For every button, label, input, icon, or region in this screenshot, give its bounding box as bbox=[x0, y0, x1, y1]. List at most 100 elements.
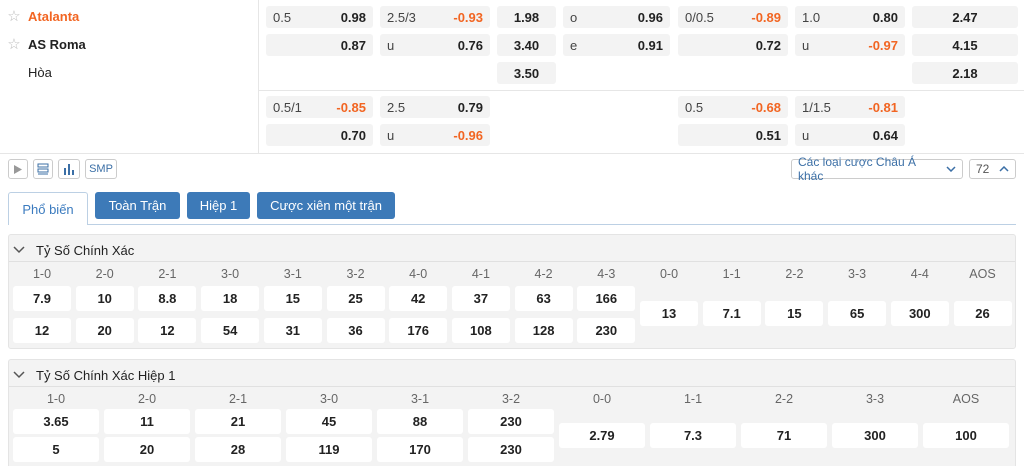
odds-cell[interactable]: u -0.96 bbox=[380, 124, 490, 146]
score-odds-cell[interactable]: 5 bbox=[13, 437, 99, 462]
odds-cell[interactable]: 1.0 0.80 bbox=[795, 6, 905, 28]
odds-cell[interactable]: 2.5 0.79 bbox=[380, 96, 490, 118]
score-odds-cell[interactable]: 45 bbox=[286, 409, 372, 434]
score-odds-cell[interactable]: 10 bbox=[75, 286, 134, 311]
tab-same-game-parlay[interactable]: Cược xiên một trận bbox=[257, 192, 395, 219]
score-header: 4-0 bbox=[409, 267, 428, 281]
score-odds-cell[interactable]: 300 bbox=[890, 301, 949, 326]
smp-button[interactable]: SMP bbox=[85, 159, 117, 179]
score-odds-cell[interactable]: 108 bbox=[451, 318, 510, 343]
star-icon[interactable]: ☆ bbox=[6, 8, 22, 25]
list-view-button[interactable] bbox=[33, 159, 53, 179]
score-odds-cell[interactable]: 170 bbox=[377, 437, 463, 462]
score-odds-cell[interactable]: 42 bbox=[389, 286, 448, 311]
odds-cell[interactable]: 4.15 bbox=[912, 34, 1018, 56]
stats-button[interactable] bbox=[58, 159, 80, 179]
score-odds-cell[interactable]: 28 bbox=[195, 437, 281, 462]
score-odds-cell[interactable]: 3.65 bbox=[13, 409, 99, 434]
score-odds-cell[interactable]: 63 bbox=[514, 286, 573, 311]
odds-cell[interactable]: 0.51 bbox=[678, 124, 788, 146]
score-odds-cell[interactable]: 230 bbox=[468, 409, 554, 434]
odds-cell[interactable]: u 0.64 bbox=[795, 124, 905, 146]
section-header-correct-score[interactable]: Tỷ Số Chính Xác bbox=[12, 238, 134, 262]
odds-cell[interactable]: e 0.91 bbox=[563, 34, 670, 56]
score-odds-cell[interactable]: 54 bbox=[201, 318, 260, 343]
score-header: 4-3 bbox=[597, 267, 616, 281]
odds-cell[interactable]: 0.72 bbox=[678, 34, 788, 56]
score-odds-cell[interactable]: 36 bbox=[326, 318, 385, 343]
score-odds-cell[interactable]: 15 bbox=[263, 286, 322, 311]
score-odds-cell[interactable]: 230 bbox=[577, 318, 636, 343]
tab-popular[interactable]: Phổ biến bbox=[8, 192, 88, 225]
score-odds-cell[interactable]: 21 bbox=[195, 409, 281, 434]
score-odds-cell[interactable]: 300 bbox=[832, 423, 918, 448]
score-odds-cell[interactable]: 12 bbox=[138, 318, 197, 343]
divider bbox=[258, 0, 259, 153]
score-header: 3-0 bbox=[319, 392, 339, 406]
score-odds-cell[interactable]: 20 bbox=[75, 318, 134, 343]
odds-cell[interactable]: 2.47 bbox=[912, 6, 1018, 28]
score-odds-cell[interactable]: 230 bbox=[468, 437, 554, 462]
odds-cell[interactable]: 3.40 bbox=[497, 34, 556, 56]
odds-cell[interactable]: 0.5 -0.68 bbox=[678, 96, 788, 118]
odds-cell[interactable]: 1.98 bbox=[497, 6, 556, 28]
odds-cell[interactable]: 2.5/3 -0.93 bbox=[380, 6, 490, 28]
odds-cell[interactable]: 3.50 bbox=[497, 62, 556, 84]
score-odds-cell[interactable]: 176 bbox=[389, 318, 448, 343]
score-header: 3-3 bbox=[848, 267, 867, 281]
score-odds-cell[interactable]: 7.3 bbox=[650, 423, 736, 448]
odds-cell[interactable]: 2.18 bbox=[912, 62, 1018, 84]
score-odds-cell[interactable]: 71 bbox=[741, 423, 827, 448]
section-header-first-half-score[interactable]: Tỷ Số Chính Xác Hiệp 1 bbox=[12, 363, 175, 387]
score-odds-cell[interactable]: 13 bbox=[640, 301, 698, 326]
odds-cell[interactable]: 0.70 bbox=[266, 124, 373, 146]
score-header: AOS bbox=[969, 267, 996, 281]
odds-cell[interactable]: u 0.76 bbox=[380, 34, 490, 56]
score-odds-cell[interactable]: 8.8 bbox=[138, 286, 197, 311]
odds-cell[interactable]: 0.5 0.98 bbox=[266, 6, 373, 28]
odds-cell[interactable]: o 0.96 bbox=[563, 6, 670, 28]
score-header: 3-1 bbox=[283, 267, 302, 281]
score-header: 1-1 bbox=[683, 392, 703, 406]
score-odds-cell[interactable]: 18 bbox=[201, 286, 260, 311]
score-odds-cell[interactable]: 31 bbox=[263, 318, 322, 343]
star-icon[interactable]: ☆ bbox=[6, 36, 22, 53]
chevron-down-icon bbox=[13, 371, 25, 379]
odds-cell[interactable]: u -0.97 bbox=[795, 34, 905, 56]
score-odds-cell[interactable]: 166 bbox=[577, 286, 636, 311]
tab-full-match[interactable]: Toàn Trận bbox=[95, 192, 180, 219]
section-title: Tỷ Số Chính Xác bbox=[36, 242, 135, 258]
odds-cell[interactable]: 0.5/1 -0.85 bbox=[266, 96, 373, 118]
market-count: 72 bbox=[976, 162, 990, 176]
score-odds-cell[interactable]: 26 bbox=[953, 301, 1012, 326]
score-odds-cell[interactable]: 7.1 bbox=[702, 301, 761, 326]
odds-cell[interactable]: 0/0.5 -0.89 bbox=[678, 6, 788, 28]
score-header: 1-0 bbox=[32, 267, 52, 281]
score-header: 0-0 bbox=[592, 392, 612, 406]
divider bbox=[259, 90, 1024, 91]
odds-cell[interactable]: 1/1.5 -0.81 bbox=[795, 96, 905, 118]
score-header: 3-3 bbox=[865, 392, 885, 406]
score-header: 3-2 bbox=[501, 392, 521, 406]
score-odds-cell[interactable]: 100 bbox=[923, 423, 1009, 448]
score-header: 2-0 bbox=[95, 267, 114, 281]
divider bbox=[0, 153, 1024, 154]
score-header: 4-4 bbox=[910, 267, 929, 281]
score-odds-cell[interactable]: 2.79 bbox=[559, 423, 645, 448]
odds-cell[interactable]: 0.87 bbox=[266, 34, 373, 56]
score-odds-cell[interactable]: 11 bbox=[104, 409, 190, 434]
market-count-toggle[interactable]: 72 bbox=[969, 159, 1016, 179]
score-odds-cell[interactable]: 37 bbox=[451, 286, 510, 311]
score-odds-cell[interactable]: 65 bbox=[828, 301, 887, 326]
score-odds-cell[interactable]: 20 bbox=[104, 437, 190, 462]
score-odds-cell[interactable]: 15 bbox=[765, 301, 824, 326]
score-odds-cell[interactable]: 12 bbox=[13, 318, 71, 343]
market-type-select[interactable]: Các loại cược Châu Á khác bbox=[791, 155, 963, 183]
score-odds-cell[interactable]: 128 bbox=[514, 318, 573, 343]
score-odds-cell[interactable]: 88 bbox=[377, 409, 463, 434]
score-odds-cell[interactable]: 25 bbox=[326, 286, 385, 311]
tab-first-half[interactable]: Hiệp 1 bbox=[187, 192, 250, 219]
play-button[interactable] bbox=[8, 159, 28, 179]
score-odds-cell[interactable]: 7.9 bbox=[13, 286, 71, 311]
score-odds-cell[interactable]: 119 bbox=[286, 437, 372, 462]
